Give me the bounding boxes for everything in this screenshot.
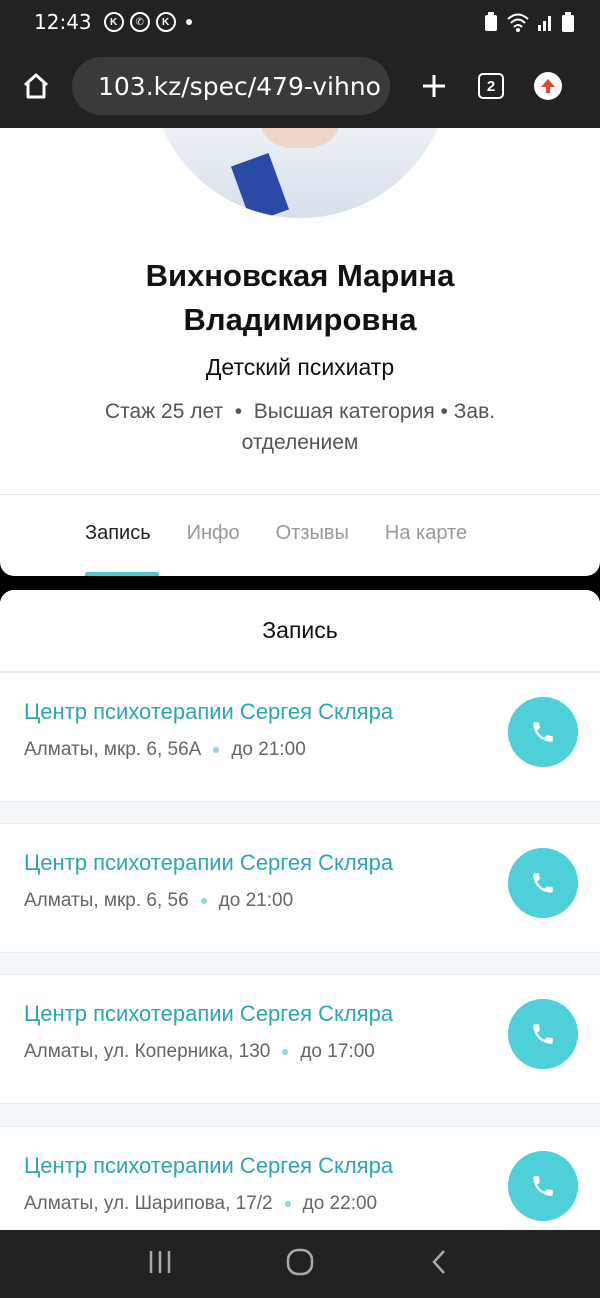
- call-button[interactable]: [508, 697, 578, 767]
- clinic-item: Центр психотерапии Сергея Скляра Алматы,…: [0, 823, 600, 953]
- status-time: 12:43: [34, 10, 92, 34]
- app-notification-icon: K: [155, 12, 176, 32]
- doctor-name-line2: Владимировна: [183, 302, 417, 337]
- home-circle-icon: [286, 1248, 314, 1275]
- doctor-profile-card: Вихновская Марина Владимировна Детский п…: [0, 128, 600, 576]
- profile-tabs: Запись Инфо Отзывы На карте: [85, 522, 467, 545]
- whatsapp-icon: ✆: [129, 12, 150, 32]
- recent-apps-button[interactable]: [146, 1248, 174, 1281]
- clinic-name-link[interactable]: Центр психотерапии Сергея Скляра: [24, 1153, 393, 1179]
- address-bar[interactable]: 103.kz/spec/479-vihno: [72, 57, 390, 115]
- hours-text: до 17:00: [300, 1041, 375, 1062]
- browser-toolbar: 103.kz/spec/479-vihno 2: [0, 44, 600, 128]
- doctor-name: Вихновская Марина Владимировна: [0, 254, 600, 342]
- address-text: Алматы, мкр. 6, 56: [24, 890, 189, 911]
- doctor-details: Стаж 25 лет • Высшая категория • Зав. от…: [104, 400, 496, 454]
- phone-icon: [533, 722, 553, 742]
- hours-text: до 22:00: [302, 1193, 378, 1214]
- plus-icon: [423, 75, 445, 97]
- back-button[interactable]: [426, 1248, 454, 1281]
- clinic-name-link[interactable]: Центр психотерапии Сергея Скляра: [24, 1001, 393, 1027]
- clinic-address: Алматы, мкр. 6, 56 до 21:00: [24, 890, 293, 912]
- clinic-item: Центр психотерапии Сергея Скляра Алматы,…: [0, 672, 600, 802]
- status-bar: 12:43 K ✆ K: [0, 0, 600, 44]
- experience-text: Стаж 25 лет: [104, 400, 224, 423]
- home-icon: [23, 73, 49, 99]
- tab-reviews[interactable]: Отзывы: [276, 522, 349, 545]
- battery-icon: [562, 12, 574, 32]
- signal-icon: [538, 16, 551, 31]
- doctor-photo: [150, 128, 450, 218]
- app-notification-icon: K: [103, 12, 124, 32]
- notification-icons: K ✆ K: [103, 12, 192, 32]
- system-icons: [484, 12, 574, 32]
- recent-apps-icon: [149, 1250, 170, 1273]
- clinic-address: Алматы, мкр. 6, 56А до 21:00: [24, 739, 306, 761]
- more-notifications-icon: [185, 19, 192, 25]
- tab-booking[interactable]: Запись: [85, 522, 151, 545]
- hours-text: до 21:00: [231, 739, 306, 760]
- home-button[interactable]: [16, 66, 56, 106]
- category-text: Высшая категория: [253, 400, 435, 423]
- update-button[interactable]: [534, 72, 562, 100]
- phone-icon: [533, 1024, 553, 1044]
- divider: [0, 494, 600, 495]
- clinic-name-link[interactable]: Центр психотерапии Сергея Скляра: [24, 850, 393, 876]
- doctor-name-line1: Вихновская Марина: [145, 258, 455, 293]
- tabs-button[interactable]: 2: [478, 73, 504, 99]
- call-button[interactable]: [508, 999, 578, 1069]
- battery-saver-icon: [485, 12, 497, 31]
- wifi-icon: [507, 13, 529, 32]
- call-button[interactable]: [508, 848, 578, 918]
- booking-section: Запись Центр психотерапии Сергея Скляра …: [0, 590, 600, 1230]
- address-text: Алматы, мкр. 6, 56А: [24, 739, 202, 760]
- url-text: 103.kz/spec/479-vihno: [98, 71, 381, 101]
- back-icon: [432, 1249, 446, 1274]
- arrow-up-icon: [541, 79, 555, 93]
- new-tab-button[interactable]: [414, 66, 454, 106]
- tab-map[interactable]: На карте: [385, 522, 467, 545]
- system-navigation-bar: [0, 1230, 600, 1298]
- clinic-item: Центр психотерапии Сергея Скляра Алматы,…: [0, 1126, 600, 1230]
- active-tab-indicator: [85, 572, 159, 576]
- doctor-specialty: Детский психиатр: [205, 354, 395, 380]
- clinic-item: Центр психотерапии Сергея Скляра Алматы,…: [0, 974, 600, 1104]
- home-nav-button[interactable]: [285, 1247, 315, 1282]
- booking-title: Запись: [0, 590, 600, 672]
- phone-icon: [533, 1176, 553, 1196]
- clinic-address: Алматы, ул. Коперника, 130 до 17:00: [24, 1041, 375, 1063]
- address-text: Алматы, ул. Шарипова, 17/2: [24, 1193, 273, 1214]
- clinic-address: Алматы, ул. Шарипова, 17/2 до 22:00: [24, 1193, 377, 1215]
- tab-info[interactable]: Инфо: [187, 522, 240, 545]
- clinic-name-link[interactable]: Центр психотерапии Сергея Скляра: [24, 699, 393, 725]
- hours-text: до 21:00: [218, 890, 294, 911]
- phone-icon: [533, 873, 553, 893]
- address-text: Алматы, ул. Коперника, 130: [24, 1041, 271, 1062]
- call-button[interactable]: [508, 1151, 578, 1221]
